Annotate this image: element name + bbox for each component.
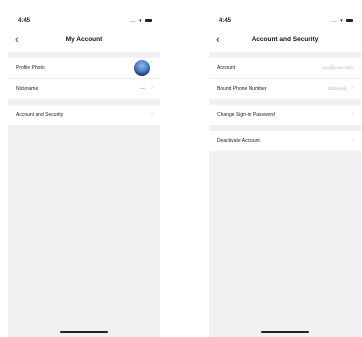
password-group: Change Sign-in Password › — [209, 105, 361, 125]
status-icons: … ▾ — [131, 18, 152, 24]
row-bound-phone[interactable]: Bound Phone Number Unbound › — [209, 79, 361, 99]
page-title: My Account — [65, 36, 103, 43]
page: 4:45 … ▾ ‹ My Account Profile Photo Nick… — [0, 0, 362, 337]
status-time: 4:45 — [18, 18, 31, 24]
row-label: Account — [217, 65, 236, 71]
home-indicator — [261, 331, 309, 333]
nav-bar: ‹ My Account — [8, 30, 160, 52]
row-label: Bound Phone Number — [217, 86, 267, 92]
row-change-password[interactable]: Change Sign-in Password › — [209, 105, 361, 125]
profile-group: Profile Photo Nickname ••• › — [8, 58, 160, 99]
deactivate-group: Deactivate Account › — [209, 131, 361, 151]
nav-bar: ‹ Account and Security — [209, 30, 361, 52]
chevron-right-icon: › — [151, 111, 153, 117]
my-account-screen: 4:45 … ▾ ‹ My Account Profile Photo Nick… — [8, 14, 160, 337]
avatar — [134, 60, 150, 76]
row-label: Change Sign-in Password — [217, 112, 275, 118]
signal-icon: … — [130, 18, 137, 24]
wifi-icon: ▾ — [139, 18, 143, 24]
chevron-right-icon: › — [151, 85, 153, 91]
battery-icon — [346, 19, 353, 23]
row-label: Account and Security — [16, 112, 64, 118]
row-value: ••• — [140, 86, 145, 91]
security-group: Account and Security › — [8, 105, 160, 125]
row-label: Profile Photo — [16, 65, 45, 71]
status-bar: 4:45 … ▾ — [209, 14, 361, 30]
row-account-security[interactable]: Account and Security › — [8, 105, 160, 125]
home-indicator — [60, 331, 108, 333]
row-value: xxx@xxxx.com — [322, 65, 353, 70]
signal-icon: … — [331, 18, 338, 24]
row-label: Nickname — [16, 86, 39, 92]
row-nickname[interactable]: Nickname ••• › — [8, 79, 160, 99]
status-bar: 4:45 … ▾ — [8, 14, 160, 30]
row-label: Deactivate Account — [217, 138, 260, 144]
row-value: Unbound — [327, 86, 346, 91]
row-deactivate[interactable]: Deactivate Account › — [209, 131, 361, 151]
row-profile-photo[interactable]: Profile Photo — [8, 58, 160, 79]
wifi-icon: ▾ — [340, 18, 344, 24]
status-icons: … ▾ — [332, 18, 353, 24]
chevron-right-icon: › — [352, 111, 354, 117]
page-title: Account and Security — [251, 36, 319, 43]
row-account[interactable]: Account xxx@xxxx.com — [209, 58, 361, 79]
battery-icon — [145, 19, 152, 23]
chevron-right-icon: › — [352, 137, 354, 143]
status-time: 4:45 — [219, 18, 232, 24]
chevron-right-icon: › — [352, 85, 354, 91]
account-security-screen: 4:45 … ▾ ‹ Account and Security Account … — [209, 14, 361, 337]
account-group: Account xxx@xxxx.com Bound Phone Number … — [209, 58, 361, 99]
